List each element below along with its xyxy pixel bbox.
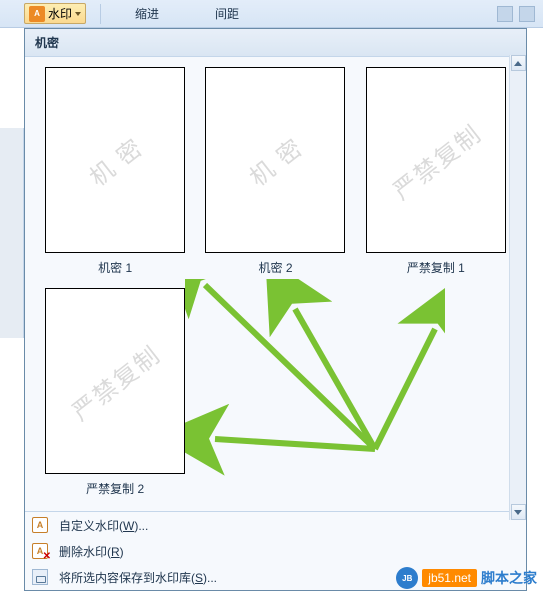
watermark-gallery-panel: 机密 机 密 机密 1 机 密 机密 2 严禁复制 严禁复制 1 严禁复制 严禁… [24,28,527,591]
thumbnail-caption: 机密 2 [258,259,292,280]
save-to-gallery-label: 将所选内容保存到水印库(S)... [59,569,217,586]
spacing-group-label: 间距 [187,5,267,22]
chevron-down-icon [75,12,81,16]
watermark-preview-text: 严禁复制 [384,114,488,206]
separator [100,4,101,24]
delete-x-icon: ✕ [43,551,51,562]
thumbnail: 机 密 [45,67,185,253]
thumbnail-caption: 严禁复制 2 [86,480,144,501]
triangle-up-icon [514,61,522,66]
scroll-thumb[interactable] [511,71,526,504]
ribbon-strip: A 水印 缩进 间距 [0,0,543,28]
thumbnail-caption: 严禁复制 1 [407,259,465,280]
watermark-preview-text: 机 密 [81,128,150,193]
watermark-button[interactable]: A 水印 [24,3,86,24]
site-watermark: JB jb51.net 脚本之家 [396,567,537,589]
watermark-button-label: 水印 [48,5,72,22]
gallery-item-confidential-1[interactable]: 机 密 机密 1 [39,65,191,282]
site-url: jb51.net [422,569,477,587]
gallery-scrollbar[interactable] [509,55,526,520]
thumbnail: 严禁复制 [366,67,506,253]
scroll-down-button[interactable] [511,504,526,520]
thumbnail: 机 密 [205,67,345,253]
gallery-section-header: 机密 [25,29,526,57]
remove-watermark-label: 删除水印(R) [59,543,124,560]
site-badge-icon: JB [396,567,418,589]
thumbnail: 严禁复制 [45,288,185,474]
gallery-item-confidential-2[interactable]: 机 密 机密 2 [199,65,351,282]
indent-group-label: 缩进 [107,5,187,22]
custom-watermark-icon: A [32,517,48,533]
ribbon-launcher-icon[interactable] [519,6,535,22]
custom-watermark-label: 自定义水印(W)... [59,517,148,534]
watermark-preview-text: 机 密 [241,128,310,193]
remove-watermark-menu-item[interactable]: A✕ 删除水印(R) [25,538,526,564]
gallery-item-do-not-copy-2[interactable]: 严禁复制 严禁复制 2 [39,286,191,503]
gallery-row-1: 机 密 机密 1 机 密 机密 2 严禁复制 严禁复制 1 [25,57,526,284]
ribbon-launcher-icon[interactable] [497,6,513,22]
thumbnail-caption: 机密 1 [98,259,132,280]
ruler-fragment [0,128,24,338]
triangle-down-icon [514,510,522,515]
watermark-icon: A [29,6,45,22]
gallery-row-2: 严禁复制 严禁复制 2 [25,284,526,511]
custom-watermark-menu-item[interactable]: A 自定义水印(W)... [25,512,526,538]
site-name: 脚本之家 [481,568,537,588]
watermark-preview-text: 严禁复制 [63,335,167,427]
scroll-up-button[interactable] [511,55,526,71]
save-to-gallery-icon [32,569,48,585]
gallery-item-do-not-copy-1[interactable]: 严禁复制 严禁复制 1 [360,65,512,282]
